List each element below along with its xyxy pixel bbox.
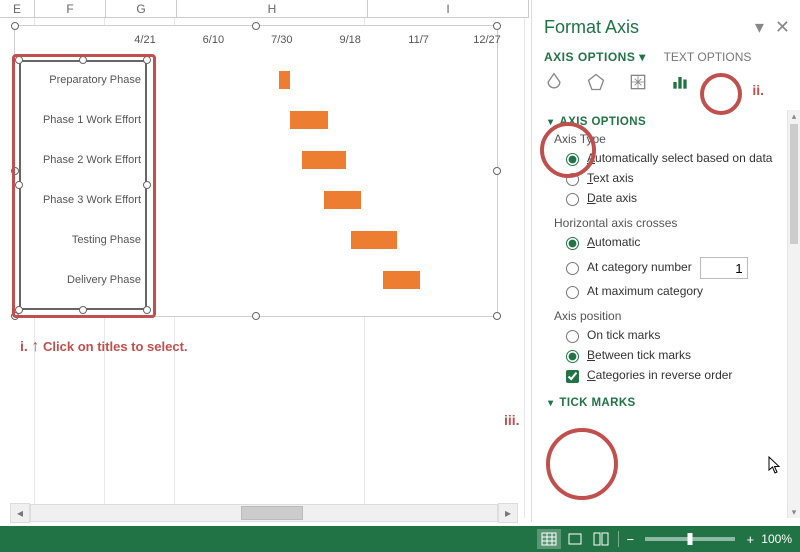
col-G[interactable]: G bbox=[106, 0, 177, 18]
x-tick: 6/10 bbox=[203, 34, 224, 46]
annotation-rect-i bbox=[12, 54, 156, 318]
col-H[interactable]: H bbox=[177, 0, 368, 18]
radio-cross-max[interactable]: At maximum category bbox=[566, 284, 788, 299]
annotation-iii: iii. bbox=[504, 412, 520, 428]
checkbox-reverse-order[interactable]: Categories in reverse order bbox=[566, 368, 788, 383]
column-headers: E F G H I bbox=[0, 0, 529, 18]
radio-on-tick[interactable]: On tick marks bbox=[566, 328, 788, 343]
col-I[interactable]: I bbox=[368, 0, 529, 18]
scroll-left-button[interactable]: ◂ bbox=[10, 503, 30, 523]
x-tick: 9/18 bbox=[339, 34, 360, 46]
horizontal-scrollbar[interactable]: ◂ ▸ bbox=[10, 504, 518, 522]
gantt-bar[interactable] bbox=[351, 231, 397, 249]
annotation-ii: ii. bbox=[752, 82, 764, 98]
zoom-in-button[interactable]: + bbox=[743, 532, 757, 547]
label-hcrosses: Horizontal axis crosses bbox=[554, 216, 788, 230]
radio-date-axis[interactable]: Date axis bbox=[566, 191, 788, 206]
x-tick: 4/21 bbox=[134, 34, 155, 46]
size-icon[interactable] bbox=[628, 72, 648, 95]
gantt-bar[interactable] bbox=[279, 71, 291, 89]
tab-axis-options[interactable]: AXIS OPTIONS ▾ bbox=[544, 50, 650, 64]
radio-between-tick[interactable]: Between tick marks bbox=[566, 348, 788, 363]
zoom-label[interactable]: 100% bbox=[761, 532, 792, 546]
gantt-bar[interactable] bbox=[383, 271, 420, 289]
x-tick: 11/7 bbox=[408, 34, 429, 46]
cross-category-input[interactable] bbox=[700, 257, 748, 279]
axis-icon[interactable] bbox=[670, 72, 690, 95]
scroll-track[interactable] bbox=[30, 504, 498, 522]
col-E[interactable]: E bbox=[0, 0, 35, 18]
chart-x-axis[interactable]: 4/21 6/10 7/30 9/18 11/7 12/27 bbox=[145, 34, 487, 54]
annotation-i: i. ↑ Click on titles to select. bbox=[20, 338, 188, 356]
effects-icon[interactable] bbox=[586, 72, 606, 95]
pane-menu-icon[interactable]: ▾ bbox=[755, 17, 764, 37]
gantt-bar[interactable] bbox=[324, 191, 361, 209]
pane-vertical-scrollbar[interactable]: ▴ ▾ bbox=[787, 110, 800, 518]
scroll-right-button[interactable]: ▸ bbox=[498, 503, 518, 523]
x-tick: 7/30 bbox=[271, 34, 292, 46]
gantt-bar[interactable] bbox=[290, 111, 327, 129]
radio-cross-category[interactable]: At category number bbox=[566, 255, 788, 279]
x-tick: 12/27 bbox=[473, 34, 501, 46]
radio-cross-auto[interactable]: Automatic bbox=[566, 235, 788, 250]
fill-icon[interactable] bbox=[544, 72, 564, 95]
scroll-down-button[interactable]: ▾ bbox=[788, 506, 800, 518]
format-axis-pane: Format Axis ▾ ✕ AXIS OPTIONS ▾ TEXT OPTI… bbox=[531, 0, 800, 522]
plot-area[interactable] bbox=[145, 60, 483, 310]
gantt-bar[interactable] bbox=[302, 151, 346, 169]
tab-text-options[interactable]: TEXT OPTIONS bbox=[664, 50, 752, 64]
view-page-layout-button[interactable] bbox=[563, 529, 587, 549]
label-axis-position: Axis position bbox=[554, 309, 788, 323]
zoom-out-button[interactable]: − bbox=[623, 532, 637, 547]
label-axis-type: Axis Type bbox=[554, 132, 788, 146]
scroll-thumb[interactable] bbox=[790, 124, 798, 244]
zoom-slider[interactable] bbox=[645, 537, 735, 541]
col-F[interactable]: F bbox=[35, 0, 106, 18]
section-tick-marks[interactable]: TICK MARKS bbox=[548, 397, 788, 409]
radio-auto-type[interactable]: Automatically select based on data bbox=[566, 151, 788, 166]
radio-text-axis[interactable]: Text axis bbox=[566, 171, 788, 186]
pane-close-icon[interactable]: ✕ bbox=[775, 17, 790, 37]
view-normal-button[interactable] bbox=[537, 529, 561, 549]
scroll-up-button[interactable]: ▴ bbox=[788, 110, 800, 122]
section-axis-options[interactable]: AXIS OPTIONS bbox=[548, 116, 788, 128]
zoom-thumb[interactable] bbox=[688, 533, 693, 545]
status-bar: − + 100% bbox=[0, 526, 800, 552]
scroll-thumb[interactable] bbox=[241, 506, 303, 520]
pane-title: Format Axis bbox=[544, 17, 639, 38]
view-page-break-button[interactable] bbox=[589, 529, 613, 549]
